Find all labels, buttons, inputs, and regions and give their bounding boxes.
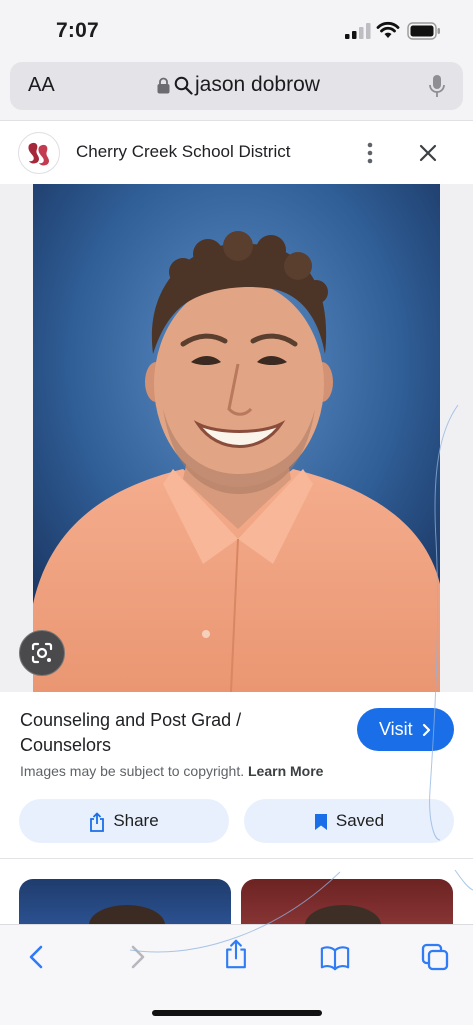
status-bar: 7:07 — [0, 0, 473, 58]
browser-toolbar — [0, 924, 473, 1025]
lens-icon — [31, 642, 53, 664]
copyright-text: Images may be subject to copyright. — [20, 763, 245, 779]
microphone-icon[interactable] — [428, 74, 446, 99]
image-viewer — [0, 184, 473, 692]
home-indicator — [152, 1010, 322, 1016]
result-header: Cherry Creek School District — [0, 120, 473, 185]
search-icon — [174, 76, 193, 95]
visit-button[interactable]: Visit — [357, 708, 454, 751]
visual-search-button[interactable] — [19, 630, 65, 676]
related-image-2[interactable] — [241, 879, 453, 925]
text-size-button[interactable]: AA — [28, 74, 55, 97]
share-icon — [90, 812, 105, 832]
portrait-photo — [33, 184, 440, 692]
share-label: Share — [113, 811, 159, 830]
bookmark-icon — [314, 813, 327, 830]
related-image-1[interactable] — [19, 879, 231, 925]
result-title[interactable]: Counseling and Post Grad / Counselors — [20, 708, 330, 758]
learn-more-link[interactable]: Learn More — [248, 763, 323, 779]
signal-icon — [345, 23, 371, 39]
address-area: AA jason dobrow — [0, 58, 473, 120]
forward-icon[interactable] — [122, 942, 152, 972]
saved-label: Saved — [335, 811, 385, 830]
cherry-logo-icon — [28, 142, 49, 166]
share-button[interactable]: Share — [19, 799, 229, 843]
search-query[interactable]: jason dobrow — [195, 73, 320, 97]
chevron-right-icon — [422, 723, 431, 737]
share-icon[interactable] — [221, 939, 251, 969]
related-photo-2 — [305, 905, 381, 925]
more-options-icon[interactable] — [361, 141, 379, 165]
site-logo — [18, 132, 60, 174]
tabs-icon[interactable] — [420, 942, 450, 972]
saved-button[interactable]: Saved — [244, 799, 454, 843]
close-icon[interactable] — [416, 141, 440, 165]
lock-icon — [157, 77, 170, 94]
result-info: Counseling and Post Grad / Counselors Vi… — [0, 692, 473, 858]
related-images — [0, 858, 473, 925]
battery-icon — [407, 22, 440, 40]
status-time: 7:07 — [56, 19, 99, 42]
address-bar[interactable]: AA jason dobrow — [10, 62, 463, 110]
wifi-icon — [376, 21, 400, 38]
copyright-notice: Images may be subject to copyright. Lear… — [20, 763, 323, 779]
result-image[interactable] — [33, 184, 440, 692]
related-photo-1 — [89, 905, 165, 925]
bookmarks-icon[interactable] — [320, 942, 350, 972]
back-icon[interactable] — [22, 942, 52, 972]
site-name[interactable]: Cherry Creek School District — [76, 142, 290, 162]
visit-label: Visit — [379, 719, 413, 739]
